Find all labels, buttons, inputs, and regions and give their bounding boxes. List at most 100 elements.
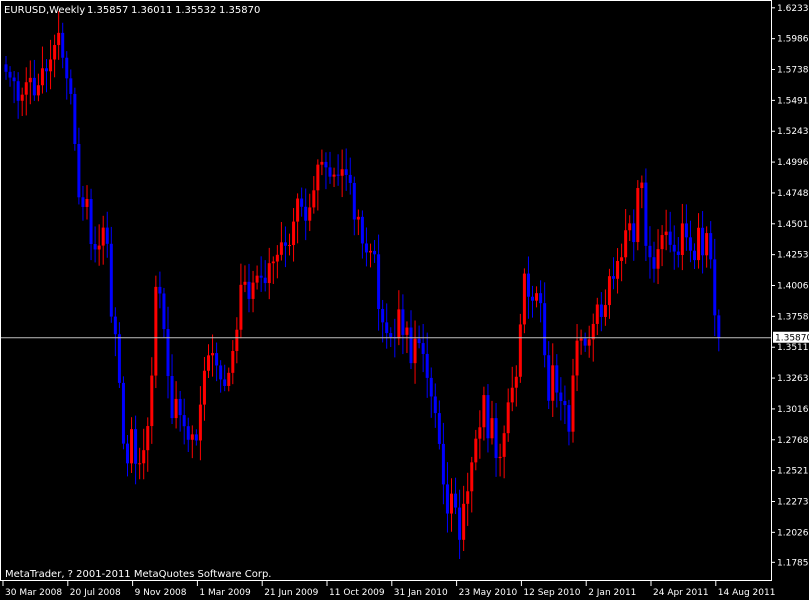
candle-bear xyxy=(158,286,162,294)
y-tick-label: 1.32635 xyxy=(777,374,809,384)
candle-bull xyxy=(97,245,101,250)
candle-bear xyxy=(377,254,381,309)
candle-bull xyxy=(251,282,255,299)
candle-bear xyxy=(644,182,648,246)
candle-bear xyxy=(304,206,308,221)
candle-bull xyxy=(450,493,453,514)
candle-bull xyxy=(628,223,632,231)
candle-bear xyxy=(16,81,20,101)
candle-bull xyxy=(579,338,583,341)
candle-bull xyxy=(211,353,215,356)
candle-bull xyxy=(271,261,275,264)
y-tick-label: 1.35110 xyxy=(777,343,809,353)
price-chart[interactable]: EURUSD,Weekly 1.35857 1.36011 1.35532 1.… xyxy=(0,0,809,600)
candle-bear xyxy=(632,223,636,243)
candle-bear xyxy=(717,315,721,338)
candle-bull xyxy=(624,230,628,258)
candle-bear xyxy=(186,426,190,440)
candle-bear xyxy=(543,303,547,356)
candle-bear xyxy=(105,227,109,244)
candle-bull xyxy=(490,418,494,439)
candle-bear xyxy=(328,167,332,177)
candle-bull xyxy=(312,190,316,208)
candle-bear xyxy=(166,329,170,377)
candle-bear xyxy=(599,304,603,317)
candle-bear xyxy=(458,507,462,540)
y-tick-label: 1.62335 xyxy=(777,4,809,14)
candle-bull xyxy=(296,198,300,222)
y-tick-label: 1.49960 xyxy=(777,158,809,168)
candle-bull xyxy=(697,227,701,261)
candle-bear xyxy=(69,78,73,94)
candle-bear xyxy=(219,365,223,380)
candle-bear xyxy=(648,245,652,258)
candle-bull xyxy=(239,284,243,330)
candle-bull xyxy=(20,94,24,101)
candle-bear xyxy=(531,296,534,301)
x-tick-label: 1 Mar 2009 xyxy=(199,588,251,598)
candle-bull xyxy=(101,227,105,246)
candle-bull xyxy=(664,231,668,236)
candle-bull xyxy=(640,182,644,189)
candle-bull xyxy=(24,82,28,95)
candle-bear xyxy=(612,276,615,279)
y-tick-label: 1.25210 xyxy=(777,467,809,477)
candle-bear xyxy=(170,376,174,419)
candle-bull xyxy=(231,351,235,373)
candle-bull xyxy=(514,376,518,388)
candle-bull xyxy=(575,340,579,376)
candle-bear xyxy=(45,68,48,72)
candle-bear xyxy=(283,242,287,246)
chart-frame xyxy=(0,0,772,581)
candle-bear xyxy=(162,293,166,330)
candle-bull xyxy=(413,338,417,364)
candle-bear xyxy=(563,401,567,406)
y-tick-label: 1.42535 xyxy=(777,251,809,261)
candle-bear xyxy=(454,493,458,508)
candle-bear xyxy=(381,308,385,323)
candle-bear xyxy=(194,434,198,441)
candle-bear xyxy=(182,415,186,427)
candle-bear xyxy=(526,273,530,297)
candle-bull xyxy=(482,395,486,428)
candle-bear xyxy=(676,251,680,255)
x-axis: 30 Mar 2008 20 Jul 2008 9 Nov 2008 1 Mar 20… xyxy=(2,581,775,598)
x-tick-label: 31 Jan 2010 xyxy=(394,588,448,598)
candle-bear xyxy=(134,429,138,464)
candle-bear xyxy=(409,327,413,364)
candle-bear xyxy=(539,293,543,304)
candle-bull xyxy=(510,387,514,403)
x-tick-label: 23 May 2010 xyxy=(459,588,518,598)
candle-bull xyxy=(616,260,620,279)
candle-bull xyxy=(478,427,482,439)
candle-bull xyxy=(288,245,291,247)
candle-bull xyxy=(40,68,44,86)
x-tick-label: 21 Jun 2009 xyxy=(264,588,318,598)
candle-bull xyxy=(470,462,474,492)
candle-bull xyxy=(340,169,344,176)
candle-bull xyxy=(190,434,194,440)
candle-bull xyxy=(154,286,158,376)
candle-bear xyxy=(701,227,705,256)
x-tick-label: 9 Nov 2008 xyxy=(135,588,187,598)
candle-bull xyxy=(502,433,506,457)
candles-group xyxy=(4,11,721,560)
y-tick-label: 1.45010 xyxy=(777,220,809,230)
x-tick-label: 24 Apr 2011 xyxy=(653,588,709,598)
candle-bull xyxy=(36,85,40,96)
candle-bull xyxy=(595,304,599,324)
candle-bear xyxy=(4,64,8,72)
candle-bear xyxy=(445,484,449,514)
candle-bull xyxy=(28,77,32,83)
candle-bull xyxy=(656,249,660,269)
candle-bear xyxy=(555,365,559,393)
x-tick-label: 2 Jan 2011 xyxy=(588,588,636,598)
candle-bear xyxy=(223,379,227,386)
y-tick-label: 1.30160 xyxy=(777,405,809,415)
x-tick-label: 12 Sep 2010 xyxy=(523,588,580,598)
candle-bull xyxy=(535,293,539,301)
candle-bull xyxy=(275,254,279,262)
candle-bull xyxy=(308,207,312,221)
current-price-label: 1.35870 xyxy=(775,334,809,344)
candle-bull xyxy=(243,281,247,285)
